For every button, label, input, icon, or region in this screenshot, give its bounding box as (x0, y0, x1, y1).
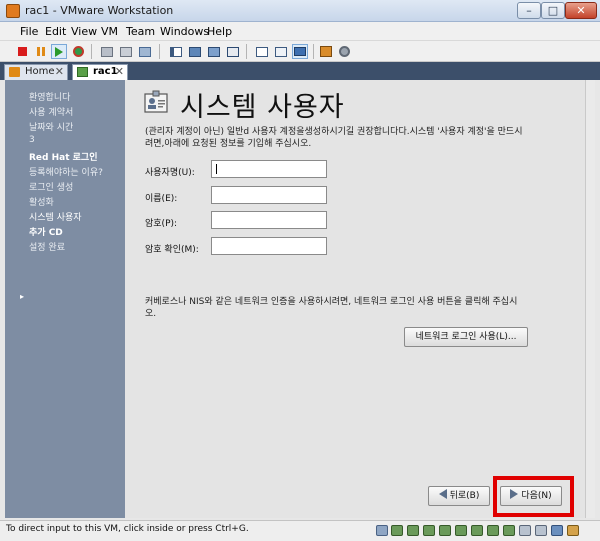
tab-rac1[interactable]: rac1 ✕ (72, 64, 128, 80)
home-icon (9, 67, 20, 77)
suspend-icon[interactable] (33, 44, 49, 59)
network-login-button[interactable]: 네트워크 로그인 사용(L)... (404, 327, 528, 347)
menu-vm[interactable]: VM (101, 25, 118, 38)
hard-disk-icon[interactable] (407, 525, 419, 536)
back-arrow-icon (438, 489, 447, 499)
hard-disk-icon[interactable] (455, 525, 467, 536)
sidebar-item-create-login: 로그인 생성 (29, 183, 74, 193)
menu-team[interactable]: Team (126, 25, 155, 38)
hard-disk-icon[interactable] (471, 525, 483, 536)
close-button[interactable]: ✕ (565, 2, 597, 19)
sidebar-item-why-register: 등록해야하는 이유? (29, 168, 103, 178)
minimize-button[interactable]: – (517, 2, 541, 19)
password-label: 암호(P): (145, 219, 178, 229)
close-tab-icon[interactable]: ✕ (115, 65, 124, 79)
sidebar-item-activate: 활성화 (29, 198, 54, 208)
sidebar-item-redhat-login: Red Hat 로그인 (29, 153, 98, 163)
maximize-button[interactable]: □ (541, 2, 565, 19)
close-tab-icon[interactable]: ✕ (55, 65, 64, 79)
next-button-highlight (493, 476, 574, 517)
tab-home-label: Home (25, 66, 55, 77)
sidebar-item-welcome: 환영합니다 (29, 93, 71, 103)
floppy-icon[interactable] (535, 525, 547, 536)
toolbar (0, 41, 600, 62)
snapshot-manager-icon[interactable] (137, 44, 153, 59)
hard-disk-icon[interactable] (423, 525, 435, 536)
toolbar-separator (91, 44, 92, 59)
network-auth-text: 커베로스나 NIS와 같은 네트워크 인증을 사용하시려면, 네트워크 로그인 … (145, 297, 518, 319)
console-view-icon[interactable] (254, 44, 270, 59)
snapshot-icon[interactable] (99, 44, 115, 59)
vm-scrollbar[interactable] (585, 80, 595, 518)
cd-rom-icon[interactable] (519, 525, 531, 536)
menu-help[interactable]: Help (207, 25, 232, 38)
setup-sidebar: 환영합니다 사용 계약서 날짜와 시간 3 Red Hat 로그인 등록해야하는… (5, 80, 125, 518)
hard-disk-icon[interactable] (503, 525, 515, 536)
tab-home[interactable]: Home ✕ (4, 64, 68, 80)
intro-text: (관리자 계정이 아닌) 일반d 사용자 계정을생성하시기길 권장합니다다.시스… (145, 127, 523, 149)
tab-strip: Home ✕ rac1 ✕ (0, 62, 600, 80)
vmware-app-icon (6, 4, 20, 18)
sidebar-item-system-user: 시스템 사용자 (29, 213, 82, 223)
team-icon[interactable] (318, 44, 334, 59)
status-text: To direct input to this VM, click inside… (6, 524, 249, 534)
summary-view-icon[interactable] (273, 44, 289, 59)
username-field[interactable] (211, 160, 327, 178)
sidebar-item-finish: 설정 완료 (29, 243, 65, 253)
hard-disk-icon[interactable] (487, 525, 499, 536)
settings-gear-icon[interactable] (336, 44, 352, 59)
quick-switch-icon[interactable] (187, 44, 203, 59)
username-label: 사용자명(U): (145, 168, 195, 178)
back-button[interactable]: 뒤로(B) (428, 486, 490, 506)
fullname-label: 이름(E): (145, 194, 178, 204)
reset-icon[interactable] (70, 44, 86, 59)
power-off-icon[interactable] (14, 44, 30, 59)
back-button-label: 뒤로(B) (449, 491, 480, 501)
vm-icon (77, 67, 88, 77)
user-card-icon (144, 90, 168, 113)
thumbnail-view-icon[interactable] (292, 44, 308, 59)
page-title: 시스템 사용자 (180, 92, 345, 123)
network-device-icon[interactable] (376, 525, 388, 536)
toolbar-separator (313, 44, 314, 59)
unity-icon[interactable] (225, 44, 241, 59)
full-screen-icon[interactable] (206, 44, 222, 59)
confirm-password-label: 암호 확인(M): (145, 245, 199, 255)
sidebar-item-date-time: 날짜와 시간 (29, 123, 74, 133)
sidebar-item-additional-cd: 추가 CD (29, 228, 63, 238)
menu-file[interactable]: File (20, 25, 38, 38)
sidebar-item-license: 사용 계약서 (29, 108, 74, 118)
menu-windows[interactable]: Windows (160, 25, 209, 38)
password-field[interactable] (211, 211, 327, 229)
menu-view[interactable]: View (71, 25, 97, 38)
confirm-password-field[interactable] (211, 237, 327, 255)
toolbar-separator (159, 44, 160, 59)
fullname-field[interactable] (211, 186, 327, 204)
revert-snapshot-icon[interactable] (118, 44, 134, 59)
title-bar: rac1 - VMware Workstation – □ ✕ (0, 0, 600, 22)
text-caret (216, 164, 217, 174)
menu-bar: File Edit View VM Team Windows Help (0, 22, 600, 41)
toolbar-separator (246, 44, 247, 59)
current-step-arrow-icon: ▸ (20, 292, 25, 301)
window-title: rac1 - VMware Workstation (25, 4, 174, 17)
sidebar-item-3: 3 (29, 135, 35, 145)
hard-disk-icon[interactable] (391, 525, 403, 536)
sound-icon[interactable] (567, 525, 579, 536)
status-bar: To direct input to this VM, click inside… (0, 520, 600, 541)
hard-disk-icon[interactable] (439, 525, 451, 536)
sidebar-toggle-icon[interactable] (168, 44, 184, 59)
power-on-icon[interactable] (51, 44, 67, 59)
network-adapter-icon[interactable] (551, 525, 563, 536)
menu-edit[interactable]: Edit (45, 25, 66, 38)
